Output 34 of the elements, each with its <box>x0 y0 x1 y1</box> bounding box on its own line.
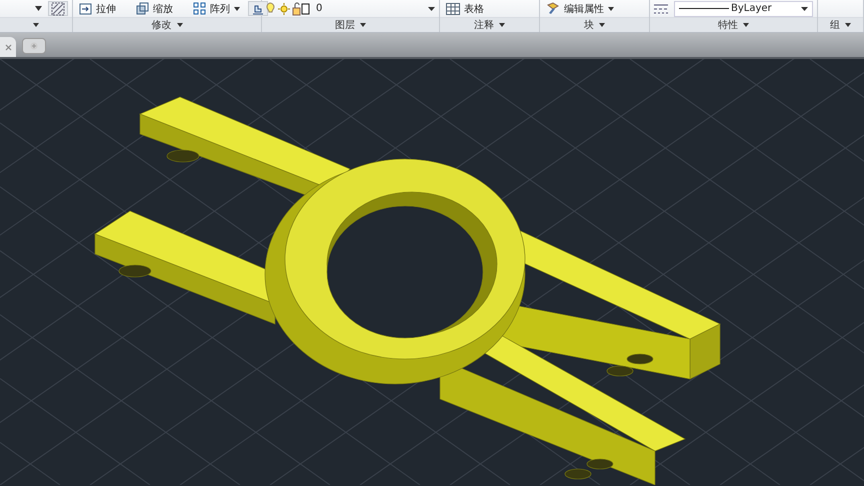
layer-dropdown[interactable]: 0 <box>266 1 435 16</box>
hatch-button[interactable] <box>48 1 68 16</box>
panel-title[interactable]: 修改 <box>150 18 184 32</box>
file-tab[interactable] <box>0 37 16 57</box>
caret-icon <box>360 23 366 27</box>
layer-state-icon <box>266 2 310 16</box>
caret-icon <box>428 6 435 10</box>
stretch-icon <box>79 2 92 15</box>
panel-title[interactable]: 特性 <box>716 18 751 32</box>
caret-icon <box>176 23 182 27</box>
caret-icon <box>845 23 851 27</box>
panel-title[interactable]: 图层 <box>333 18 368 32</box>
edit-tool-button[interactable] <box>248 1 268 16</box>
caret-icon <box>743 23 749 27</box>
plus-icon <box>30 42 38 50</box>
edit-attribute-icon <box>546 2 560 15</box>
table-icon <box>446 2 460 14</box>
linetype-dropdown[interactable]: ByLayer <box>674 0 813 16</box>
ribbon-button[interactable]: 缩放 <box>134 1 185 16</box>
caret-icon <box>599 23 605 27</box>
caret-icon[interactable] <box>33 23 39 27</box>
ribbon-button[interactable]: 阵列 <box>191 1 242 16</box>
3d-viewport[interactable] <box>0 59 864 486</box>
scale-icon <box>136 2 149 15</box>
close-icon[interactable] <box>4 44 12 50</box>
grid-array-icon <box>193 2 206 15</box>
caret-icon <box>499 23 505 27</box>
ribbon-button[interactable]: 拉伸 <box>77 1 128 16</box>
caret-icon[interactable] <box>35 6 42 11</box>
hatch-icon <box>51 2 65 16</box>
ribbon-button[interactable]: 编辑属性 <box>544 1 616 16</box>
linetype-icon <box>654 4 668 14</box>
caret-icon <box>801 6 808 10</box>
ribbon-button[interactable]: 表格 <box>444 1 496 16</box>
